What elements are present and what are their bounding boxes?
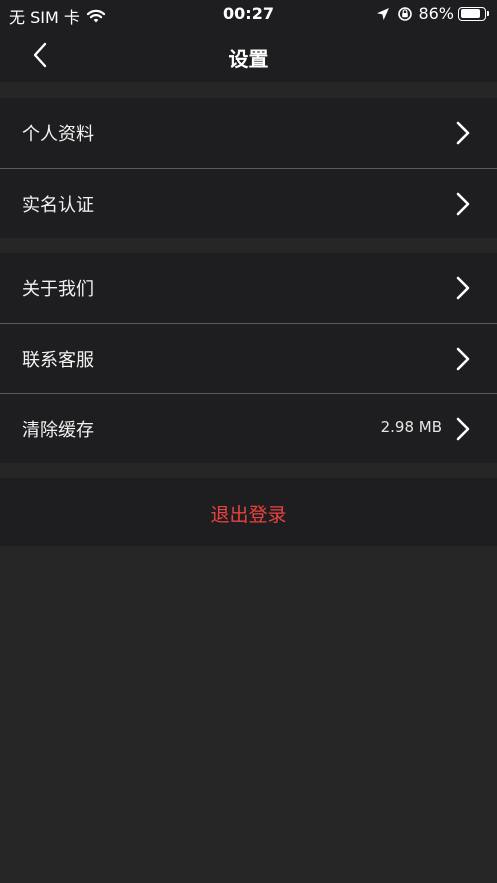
settings-item-profile[interactable]: 个人资料 (0, 98, 497, 168)
battery-fill (460, 9, 481, 18)
battery-icon (458, 6, 486, 21)
settings-item-label: 清除缓存 (22, 420, 94, 441)
page-title: 设置 (228, 47, 269, 71)
settings-item-verification[interactable]: 实名认证 (0, 168, 497, 238)
settings-group-general: 关于我们 联系客服 清除缓存 2.98 MB (0, 253, 497, 463)
status-right: 86% (376, 4, 489, 23)
settings-item-about[interactable]: 关于我们 (0, 253, 497, 323)
rotation-lock-icon (398, 6, 413, 21)
logout-label: 退出登录 (210, 504, 287, 526)
battery-percentage: 86% (418, 4, 454, 23)
logout-button[interactable]: 退出登录 (0, 478, 497, 546)
chevron-right-icon (456, 347, 470, 371)
chevron-right-icon (456, 121, 470, 145)
location-icon (377, 7, 390, 20)
settings-item-label: 个人资料 (22, 124, 94, 145)
chevron-right-icon (456, 417, 470, 441)
cache-size-value: 2.98 MB (380, 418, 442, 436)
settings-group-account: 个人资料 实名认证 (0, 98, 497, 238)
settings-item-label: 联系客服 (22, 350, 94, 371)
battery-cap (487, 11, 489, 16)
settings-item-support[interactable]: 联系客服 (0, 323, 497, 393)
status-bar: 无 SIM 卡 00:27 86% (0, 0, 497, 30)
settings-item-clear-cache[interactable]: 清除缓存 2.98 MB (0, 393, 497, 463)
navigation-bar: 设置 (0, 30, 497, 82)
settings-item-label: 实名认证 (22, 195, 94, 216)
chevron-right-icon (456, 276, 470, 300)
chevron-right-icon (456, 192, 470, 216)
settings-item-label: 关于我们 (22, 279, 94, 300)
